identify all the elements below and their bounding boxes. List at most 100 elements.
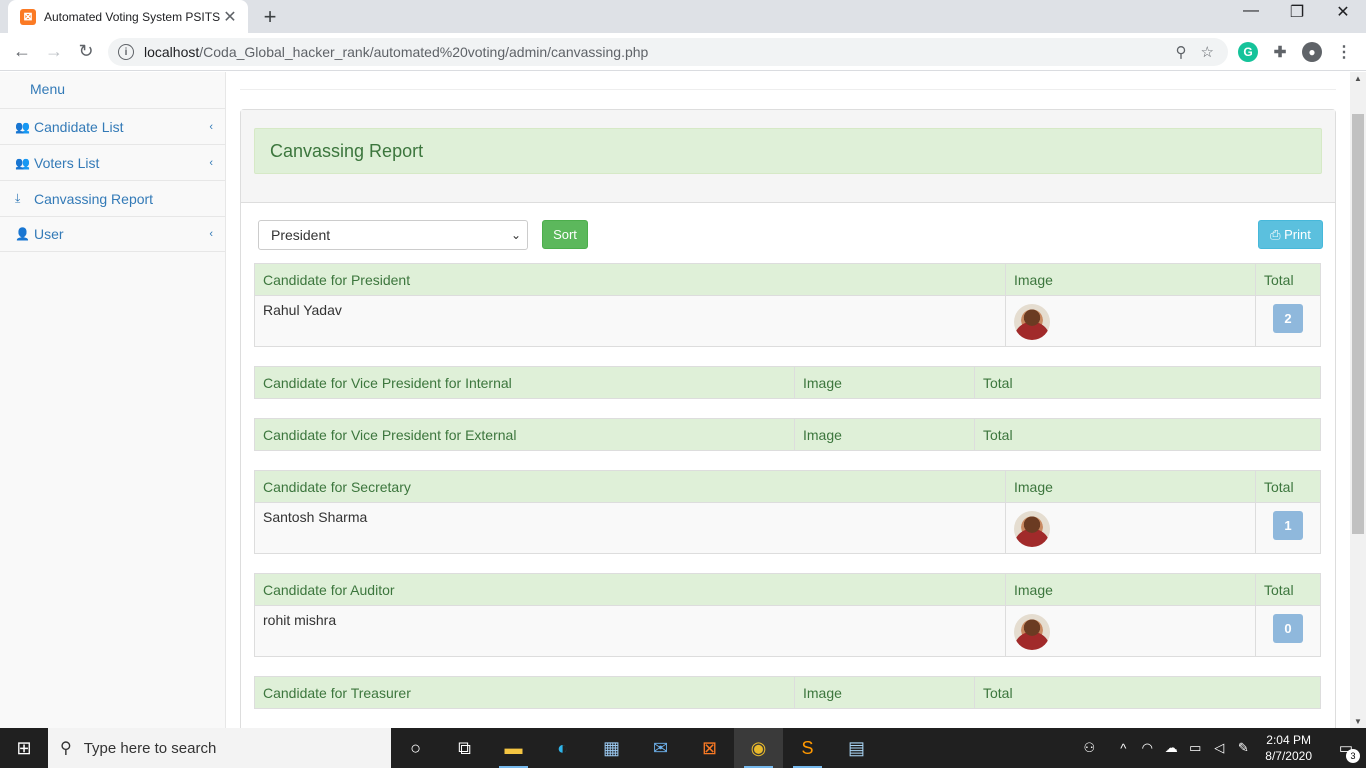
clock[interactable]: 2:04 PM 8/7/2020 — [1265, 732, 1312, 764]
sidebar-item-label: Voters List — [34, 154, 100, 171]
battery-icon[interactable]: ▭ — [1183, 740, 1207, 756]
users-icon: 👥 — [15, 155, 30, 170]
taskbar-search-placeholder: Type here to search — [83, 739, 217, 757]
candidate-table-treasurer: Candidate for Treasurer Image Total — [254, 676, 1321, 709]
table-header-position: Candidate for President — [254, 263, 1006, 296]
xampp-icon[interactable]: ⊠ — [685, 728, 734, 768]
candidate-total-cell: 0 — [1255, 605, 1321, 657]
scrollbar-thumb[interactable] — [1352, 114, 1364, 534]
chrome-icon[interactable]: ◉ — [734, 728, 783, 768]
candidate-image-cell — [1005, 295, 1256, 347]
sidebar-menu-label: Menu — [30, 81, 66, 97]
candidate-table-secretary: Candidate for Secretary Image Total Sant… — [254, 470, 1321, 554]
minimize-icon[interactable]: — — [1228, 2, 1274, 20]
url-text[interactable]: localhost/Coda_Global_hacker_rank/automa… — [144, 44, 1176, 60]
back-icon[interactable]: ← — [10, 41, 34, 62]
avatar — [1014, 511, 1050, 547]
table-header-total: Total — [974, 676, 1321, 709]
windows-start-icon[interactable]: ⊞ — [0, 728, 48, 768]
print-button[interactable]: ⎙ Print — [1258, 220, 1323, 249]
position-select-value: President — [271, 227, 331, 243]
table-header-image: Image — [1005, 470, 1256, 503]
mail-icon[interactable]: ✉ — [636, 728, 685, 768]
candidate-total-cell: 1 — [1255, 502, 1321, 554]
report-panel: Canvassing Report President ⌄ Sort ⎙ Pri… — [240, 109, 1336, 728]
sidebar-item-voters-list[interactable]: 👥 Voters List ‹ — [0, 144, 225, 180]
table-row: rohit mishra 0 — [254, 605, 1321, 657]
notepad-icon[interactable]: ▤ — [832, 728, 881, 768]
profile-icon[interactable]: ● — [1302, 42, 1322, 62]
file-explorer-icon[interactable]: ▬ — [489, 728, 538, 768]
task-view-icon[interactable]: ⧉ — [440, 728, 489, 768]
table-header-image: Image — [1005, 263, 1256, 296]
panel-body: President ⌄ Sort ⎙ Print Candidate for P… — [241, 203, 1335, 728]
system-tray: ⚇ ^ ◠ ☁ ▭ ◁ ✎ 2:04 PM 8/7/2020 ▭ 3 — [1077, 728, 1366, 768]
chevron-left-icon: ‹ — [209, 120, 213, 133]
restore-icon[interactable]: ❐ — [1274, 2, 1320, 22]
notifications-icon[interactable]: ▭ 3 — [1326, 739, 1366, 763]
panel-heading: Canvassing Report — [241, 110, 1335, 203]
table-header-position: Candidate for Vice President for Interna… — [254, 366, 795, 399]
close-window-icon[interactable]: ✕ — [1320, 2, 1366, 22]
candidate-name: rohit mishra — [254, 605, 1006, 657]
onedrive-icon[interactable]: ☁ — [1159, 740, 1183, 756]
page-scrollbar[interactable]: ▲ ▼ — [1350, 72, 1366, 728]
candidate-table-president: Candidate for President Image Total Rahu… — [254, 263, 1321, 347]
close-tab-icon[interactable]: ✕ — [222, 7, 238, 27]
main-area: Canvassing Report President ⌄ Sort ⎙ Pri… — [226, 72, 1350, 728]
vote-count-badge: 1 — [1273, 511, 1303, 540]
sidebar-item-user[interactable]: 👤 User ‹ — [0, 216, 225, 252]
sidebar-item-candidate-list[interactable]: 👥 Candidate List ‹ — [0, 108, 225, 144]
volume-icon[interactable]: ◁ — [1207, 740, 1231, 756]
table-row: Rahul Yadav 2 — [254, 295, 1321, 347]
browser-toolbar: ← → ↻ i localhost/Coda_Global_hacker_ran… — [0, 33, 1366, 71]
scroll-up-icon[interactable]: ▲ — [1350, 74, 1366, 83]
print-icon: ⎙ — [1270, 227, 1281, 242]
people-icon[interactable]: ⚇ — [1077, 740, 1101, 756]
new-tab-icon[interactable]: + — [258, 4, 282, 30]
report-controls: President ⌄ Sort ⎙ Print — [254, 220, 1323, 263]
scroll-down-icon[interactable]: ▼ — [1350, 717, 1366, 726]
position-select[interactable]: President ⌄ — [258, 220, 528, 250]
more-menu-icon[interactable]: ⋮ — [1334, 42, 1354, 62]
grammarly-icon[interactable]: G — [1238, 42, 1258, 62]
clock-time: 2:04 PM — [1266, 733, 1311, 747]
table-row: Santosh Sharma 1 — [254, 502, 1321, 554]
candidate-name: Rahul Yadav — [254, 295, 1006, 347]
zoom-icon[interactable]: ⚲ — [1176, 43, 1187, 61]
sublime-text-icon[interactable]: S — [783, 728, 832, 768]
table-header-image: Image — [794, 366, 975, 399]
chevron-up-icon[interactable]: ^ — [1111, 741, 1135, 756]
wifi-icon[interactable]: ◠ — [1135, 740, 1159, 756]
taskbar-search[interactable]: ⚲ Type here to search — [48, 728, 391, 768]
sidebar-item-label: Canvassing Report — [34, 190, 154, 207]
browser-tab[interactable]: ⊠ Automated Voting System PSITS ✕ — [8, 0, 248, 33]
store-icon[interactable]: ▦ — [587, 728, 636, 768]
cortana-icon[interactable]: ○ — [391, 728, 440, 768]
sidebar-item-canvassing-report[interactable]: ⤓ Canvassing Report — [0, 180, 225, 216]
chevron-down-icon: ⌄ — [510, 228, 521, 242]
table-header-total: Total — [974, 366, 1321, 399]
notification-count: 3 — [1346, 749, 1360, 763]
candidate-image-cell — [1005, 605, 1256, 657]
extensions-icon[interactable]: ✚ — [1270, 42, 1290, 62]
address-bar[interactable]: i localhost/Coda_Global_hacker_rank/auto… — [108, 38, 1228, 66]
site-info-icon[interactable]: i — [118, 44, 134, 60]
bookmark-star-icon[interactable]: ☆ — [1201, 43, 1214, 61]
sidebar: Menu 👥 Candidate List ‹ 👥 Voters List ‹ … — [0, 72, 226, 728]
candidate-table-vp-external: Candidate for Vice President for Externa… — [254, 418, 1321, 451]
table-header-total: Total — [1255, 470, 1321, 503]
sort-button[interactable]: Sort — [542, 220, 588, 249]
table-header-image: Image — [794, 418, 975, 451]
table-header-position: Candidate for Secretary — [254, 470, 1006, 503]
table-header-image: Image — [1005, 573, 1256, 606]
forward-icon[interactable]: → — [42, 41, 66, 62]
chevron-left-icon: ‹ — [209, 228, 213, 240]
table-header-total: Total — [1255, 263, 1321, 296]
reload-icon[interactable]: ↻ — [74, 41, 98, 62]
print-label: Print — [1284, 227, 1311, 242]
table-header-total: Total — [1255, 573, 1321, 606]
edge-icon[interactable]: ◐ — [538, 728, 587, 768]
table-header-total: Total — [974, 418, 1321, 451]
pen-icon[interactable]: ✎ — [1231, 740, 1255, 756]
